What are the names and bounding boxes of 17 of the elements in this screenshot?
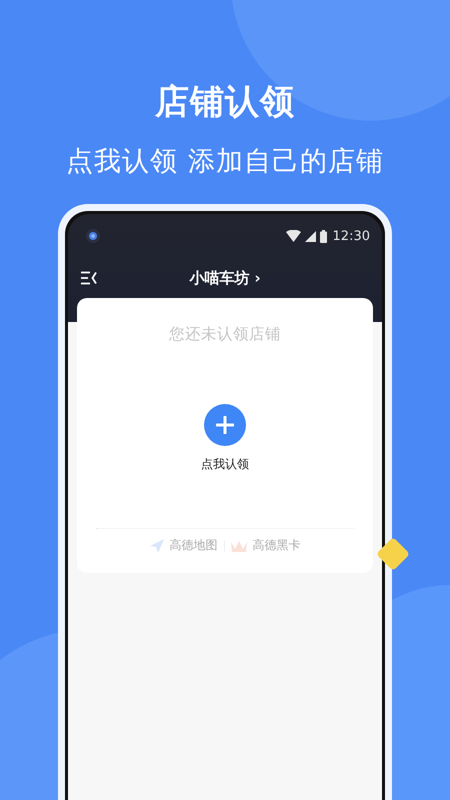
claim-label[interactable]: 点我认领 bbox=[201, 456, 249, 472]
camera-icon bbox=[86, 229, 100, 243]
plus-icon bbox=[216, 416, 234, 434]
menu-icon[interactable] bbox=[80, 271, 98, 285]
headline-subtitle: 点我认领 添加自己的店铺 bbox=[66, 145, 384, 179]
add-button[interactable] bbox=[204, 404, 246, 446]
paper-plane-icon bbox=[150, 538, 164, 552]
empty-message: 您还未认领店铺 bbox=[169, 324, 281, 344]
signal-icon bbox=[304, 230, 316, 242]
partner-logo-text: 高德地图 bbox=[170, 537, 218, 554]
status-time: 12:30 bbox=[332, 228, 370, 244]
crown-icon bbox=[230, 540, 246, 552]
headline-title: 店铺认领 bbox=[155, 81, 295, 124]
partner-logo-text: 高德黑卡 bbox=[252, 537, 300, 554]
wifi-icon bbox=[286, 230, 301, 242]
battery-icon bbox=[320, 230, 327, 242]
store-title[interactable]: 小喵车坊 › bbox=[189, 268, 261, 286]
